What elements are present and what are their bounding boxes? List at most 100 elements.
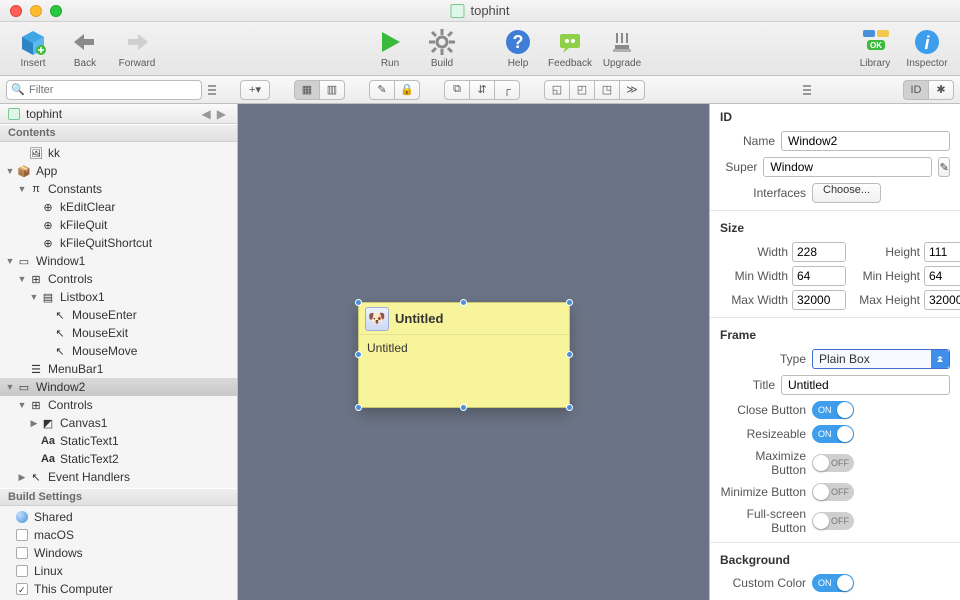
edit-button[interactable]: ✎	[369, 80, 395, 100]
close-button-switch[interactable]: ON	[812, 401, 854, 419]
resize-handle[interactable]	[566, 351, 573, 358]
super-field[interactable]	[763, 157, 932, 177]
tree-item-statictext2[interactable]: AaStaticText2	[0, 450, 237, 468]
build-thiscomputer[interactable]: This Computer	[0, 580, 237, 598]
ungroup-button[interactable]: ⇵	[469, 80, 495, 100]
tree-item-controls1[interactable]: ▼⊞Controls	[0, 270, 237, 288]
svg-text:OK: OK	[870, 41, 882, 50]
resize-handle[interactable]	[355, 404, 362, 411]
window-controls	[10, 5, 62, 17]
tree-item-constants[interactable]: ▼πConstants	[0, 180, 237, 198]
build-button[interactable]: Build	[419, 28, 465, 69]
tree-item-kk[interactable]: 🖼kk	[0, 144, 237, 162]
lock-button[interactable]: 🔒	[394, 80, 420, 100]
resize-handle[interactable]	[460, 404, 467, 411]
text-icon: Aa	[40, 434, 56, 448]
canvas-icon: ◩	[40, 416, 56, 430]
filter-search[interactable]: 🔍	[6, 80, 202, 100]
resizeable-switch[interactable]: ON	[812, 425, 854, 443]
group-button[interactable]: ⧉	[444, 80, 470, 100]
contents-header: Contents	[0, 124, 237, 142]
tree-item-eventhandlers[interactable]: ▶↖Event Handlers	[0, 468, 237, 486]
tree-item-menubar1[interactable]: ☰MenuBar1	[0, 360, 237, 378]
window-preview[interactable]: 🐶 Untitled Untitled	[358, 302, 570, 408]
type-select[interactable]: Plain Box	[812, 349, 950, 369]
back-button[interactable]: Back	[62, 28, 108, 69]
title-field[interactable]	[781, 375, 950, 395]
feedback-button[interactable]: Feedback	[547, 28, 593, 69]
tree-item-mouseexit[interactable]: ↖MouseExit	[0, 324, 237, 342]
height-field[interactable]	[924, 242, 960, 262]
resize-handle[interactable]	[566, 404, 573, 411]
build-windows[interactable]: Windows	[0, 544, 237, 562]
nav-next-icon[interactable]: ▶	[214, 107, 229, 121]
name-field[interactable]	[781, 131, 950, 151]
minwidth-field[interactable]	[792, 266, 846, 286]
tree-item-listbox1[interactable]: ▼▤Listbox1	[0, 288, 237, 306]
zoom-window-icon[interactable]	[50, 5, 62, 17]
inspector-mode-advanced[interactable]: ✱	[928, 80, 954, 100]
text-icon: Aa	[40, 452, 56, 466]
order-forward-button[interactable]: ◰	[569, 80, 595, 100]
fullscreen-switch[interactable]: OFF	[812, 512, 854, 530]
section-id: ID	[710, 104, 960, 128]
order-front-button[interactable]: ◱	[544, 80, 570, 100]
tree-item-statictext1[interactable]: AaStaticText1	[0, 432, 237, 450]
run-button[interactable]: Run	[367, 28, 413, 69]
filter-input[interactable]	[6, 80, 202, 100]
tree-item-window1[interactable]: ▼▭Window1	[0, 252, 237, 270]
resize-handle[interactable]	[355, 351, 362, 358]
view-code-button[interactable]: ▥	[319, 80, 345, 100]
nav-prev-icon[interactable]: ◀	[199, 107, 214, 121]
resize-handle[interactable]	[460, 299, 467, 306]
align-button[interactable]: ┌	[494, 80, 520, 100]
checkbox[interactable]	[16, 529, 28, 541]
tree-item-controls2[interactable]: ▼⊞Controls	[0, 396, 237, 414]
controls-icon: ⊞	[28, 398, 44, 412]
inspector-mode-id[interactable]: ID	[903, 80, 929, 100]
maximize-switch[interactable]: OFF	[812, 454, 854, 472]
minimize-switch[interactable]: OFF	[812, 483, 854, 501]
window-icon: ▭	[16, 380, 32, 394]
customcolor-switch[interactable]: ON	[812, 574, 854, 592]
edit-super-button[interactable]: ✎	[938, 157, 950, 177]
close-window-icon[interactable]	[10, 5, 22, 17]
pi-icon: π	[28, 182, 44, 196]
tree-item-keditclear[interactable]: ⊕kEditClear	[0, 198, 237, 216]
view-layout-button[interactable]: ▦	[294, 80, 320, 100]
checkbox[interactable]	[16, 583, 28, 595]
help-button[interactable]: ? Help	[495, 28, 541, 69]
resize-handle[interactable]	[355, 299, 362, 306]
forward-button[interactable]: Forward	[114, 28, 160, 69]
library-button[interactable]: OK Library	[852, 28, 898, 69]
build-linux[interactable]: Linux	[0, 562, 237, 580]
tree-item-canvas1[interactable]: ▶◩Canvas1	[0, 414, 237, 432]
inspector-button[interactable]: i Inspector	[904, 28, 950, 69]
build-shared[interactable]: Shared	[0, 508, 237, 526]
titlebar: tophint	[0, 0, 960, 22]
minimize-window-icon[interactable]	[30, 5, 42, 17]
tree-item-window2[interactable]: ▼▭Window2	[0, 378, 237, 396]
minheight-field[interactable]	[924, 266, 960, 286]
choose-interfaces-button[interactable]: Choose...	[812, 183, 881, 203]
resize-handle[interactable]	[566, 299, 573, 306]
minimize-label: Minimize Button	[720, 485, 806, 499]
maxwidth-field[interactable]	[792, 290, 846, 310]
width-field[interactable]	[792, 242, 846, 262]
add-button[interactable]: +▾	[240, 80, 270, 100]
tree-item-mouseenter[interactable]: ↖MouseEnter	[0, 306, 237, 324]
maxheight-field[interactable]	[924, 290, 960, 310]
tree-item-kfilequit[interactable]: ⊕kFileQuit	[0, 216, 237, 234]
tree-item-app[interactable]: ▼📦App	[0, 162, 237, 180]
checkbox[interactable]	[16, 565, 28, 577]
insert-button[interactable]: Insert	[10, 28, 56, 69]
build-macos[interactable]: macOS	[0, 526, 237, 544]
preview-titlebar: 🐶 Untitled	[359, 303, 569, 335]
layout-canvas[interactable]: 🐶 Untitled Untitled	[238, 104, 710, 600]
order-back-button[interactable]: ◳	[594, 80, 620, 100]
tree-item-mousemove[interactable]: ↖MouseMove	[0, 342, 237, 360]
tree-item-kfilequitshortcut[interactable]: ⊕kFileQuitShortcut	[0, 234, 237, 252]
checkbox[interactable]	[16, 547, 28, 559]
overflow-button[interactable]: ≫	[619, 80, 645, 100]
upgrade-button[interactable]: Upgrade	[599, 28, 645, 69]
